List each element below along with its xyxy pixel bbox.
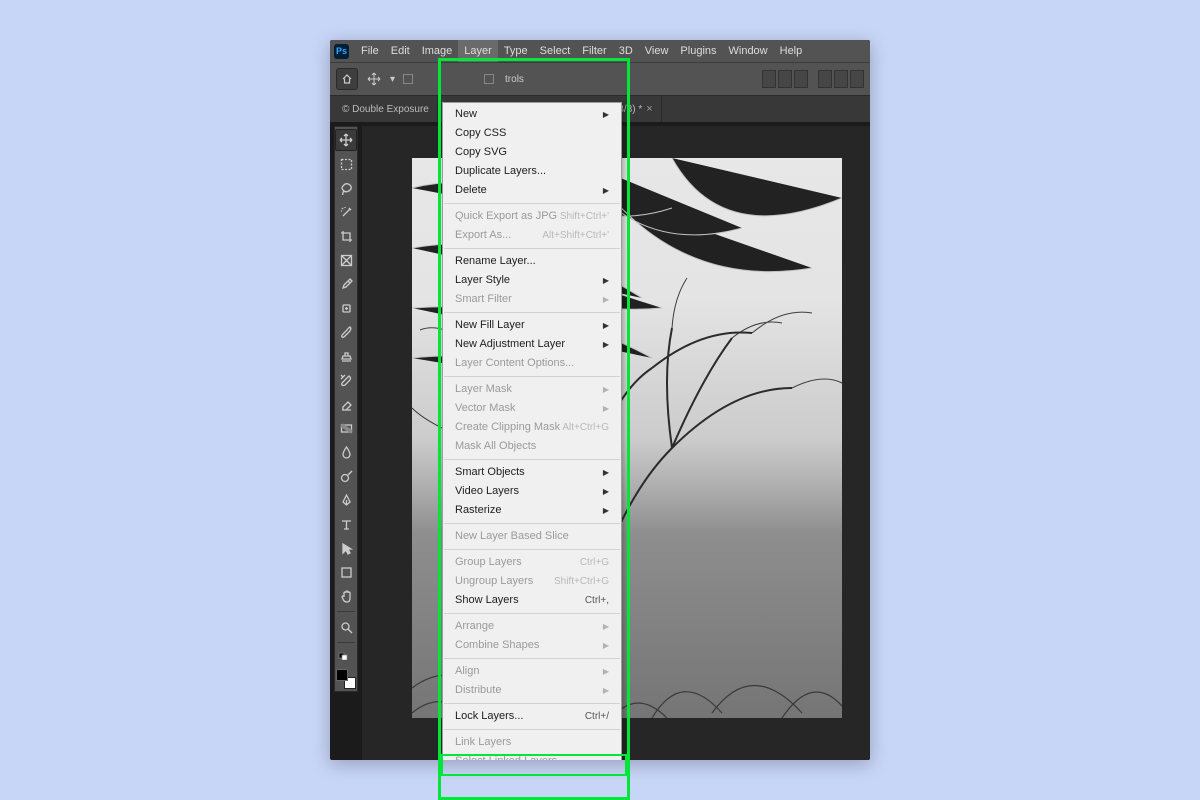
- menu-bar: Ps FileEditImageLayerTypeSelectFilter3DV…: [330, 40, 870, 62]
- autoselect-checkbox[interactable]: [403, 74, 413, 84]
- healing-brush-tool[interactable]: [335, 297, 357, 319]
- gradient-tool[interactable]: [335, 417, 357, 439]
- dodge-tool[interactable]: [335, 465, 357, 487]
- menuitem-duplicate-layers[interactable]: Duplicate Layers...: [443, 162, 621, 181]
- align-buttons: [762, 70, 864, 88]
- shape-tool[interactable]: [335, 561, 357, 583]
- options-bar: ▾ Auto-Select: trols: [330, 62, 870, 96]
- menu-items: FileEditImageLayerTypeSelectFilter3DView…: [355, 40, 808, 62]
- menu-select[interactable]: Select: [534, 40, 577, 62]
- swap-colors-icon[interactable]: [338, 647, 354, 665]
- menu-window[interactable]: Window: [723, 40, 774, 62]
- menuitem-group-layers: Group LayersCtrl+G: [443, 553, 621, 572]
- menu-filter[interactable]: Filter: [576, 40, 612, 62]
- layer-menu-dropdown: New▶Copy CSSCopy SVGDuplicate Layers...D…: [442, 102, 622, 760]
- menuitem-combine-shapes: Combine Shapes▶: [443, 636, 621, 655]
- move-tool[interactable]: [335, 129, 357, 151]
- menuitem-create-clipping-mask: Create Clipping MaskAlt+Ctrl+G: [443, 418, 621, 437]
- lasso-tool[interactable]: [335, 177, 357, 199]
- menuitem-mask-all-objects: Mask All Objects: [443, 437, 621, 456]
- menuitem-ungroup-layers: Ungroup LayersShift+Ctrl+G: [443, 572, 621, 591]
- home-button[interactable]: [336, 68, 358, 90]
- menuitem-link-layers: Link Layers: [443, 733, 621, 752]
- clone-stamp-tool[interactable]: [335, 345, 357, 367]
- marquee-tool[interactable]: [335, 153, 357, 175]
- eyedropper-tool[interactable]: [335, 273, 357, 295]
- menu-view[interactable]: View: [639, 40, 675, 62]
- menuitem-rasterize[interactable]: Rasterize▶: [443, 501, 621, 520]
- path-select-tool[interactable]: [335, 537, 357, 559]
- menuitem-lock-layers[interactable]: Lock Layers...Ctrl+/: [443, 707, 621, 726]
- menuitem-smart-objects[interactable]: Smart Objects▶: [443, 463, 621, 482]
- app-badge: Ps: [334, 44, 349, 59]
- frame-tool[interactable]: [335, 249, 357, 271]
- eraser-tool[interactable]: [335, 393, 357, 415]
- menuitem-copy-svg[interactable]: Copy SVG: [443, 143, 621, 162]
- show-transform-label: trols: [505, 74, 524, 85]
- blur-tool[interactable]: [335, 441, 357, 463]
- menuitem-export-as: Export As...Alt+Shift+Ctrl+': [443, 226, 621, 245]
- align-btn[interactable]: [794, 70, 808, 88]
- menuitem-new-adjustment-layer[interactable]: New Adjustment Layer▶: [443, 335, 621, 354]
- close-tab-icon[interactable]: ×: [646, 103, 652, 115]
- menuitem-arrange: Arrange▶: [443, 617, 621, 636]
- menu-help[interactable]: Help: [774, 40, 809, 62]
- hand-tool[interactable]: [335, 585, 357, 607]
- menuitem-new-fill-layer[interactable]: New Fill Layer▶: [443, 316, 621, 335]
- zoom-tool[interactable]: [335, 616, 357, 638]
- magic-wand-tool[interactable]: [335, 201, 357, 223]
- menuitem-align: Align▶: [443, 662, 621, 681]
- menu-layer[interactable]: Layer: [458, 40, 498, 62]
- menu-3d[interactable]: 3D: [613, 40, 639, 62]
- align-btn[interactable]: [834, 70, 848, 88]
- menuitem-rename-layer[interactable]: Rename Layer...: [443, 252, 621, 271]
- menu-file[interactable]: File: [355, 40, 385, 62]
- menuitem-new-layer-based-slice: New Layer Based Slice: [443, 527, 621, 546]
- type-tool[interactable]: [335, 513, 357, 535]
- tools-panel: [334, 126, 358, 692]
- menuitem-new[interactable]: New▶: [443, 105, 621, 124]
- menuitem-vector-mask: Vector Mask▶: [443, 399, 621, 418]
- align-btn[interactable]: [818, 70, 832, 88]
- menuitem-layer-mask: Layer Mask▶: [443, 380, 621, 399]
- menu-edit[interactable]: Edit: [385, 40, 416, 62]
- move-tool-icon: [366, 71, 382, 87]
- menu-type[interactable]: Type: [498, 40, 534, 62]
- menuitem-video-layers[interactable]: Video Layers▶: [443, 482, 621, 501]
- app-window: Ps FileEditImageLayerTypeSelectFilter3DV…: [330, 40, 870, 760]
- align-btn[interactable]: [850, 70, 864, 88]
- menuitem-distribute: Distribute▶: [443, 681, 621, 700]
- crop-tool[interactable]: [335, 225, 357, 247]
- menuitem-layer-style[interactable]: Layer Style▶: [443, 271, 621, 290]
- menuitem-delete[interactable]: Delete▶: [443, 181, 621, 200]
- align-btn[interactable]: [778, 70, 792, 88]
- menu-image[interactable]: Image: [416, 40, 459, 62]
- menuitem-select-linked-layers: Select Linked Layers: [443, 752, 621, 760]
- brush-tool[interactable]: [335, 321, 357, 343]
- menuitem-smart-filter: Smart Filter▶: [443, 290, 621, 309]
- menu-plugins[interactable]: Plugins: [674, 40, 722, 62]
- document-tab[interactable]: © Double Exposure: [334, 96, 438, 122]
- pen-tool[interactable]: [335, 489, 357, 511]
- menuitem-copy-css[interactable]: Copy CSS: [443, 124, 621, 143]
- history-brush-tool[interactable]: [335, 369, 357, 391]
- color-swatches[interactable]: [336, 669, 356, 689]
- show-transform-checkbox[interactable]: [484, 74, 494, 84]
- align-btn[interactable]: [762, 70, 776, 88]
- menuitem-layer-content-options: Layer Content Options...: [443, 354, 621, 373]
- menuitem-quick-export-as-jpg: Quick Export as JPGShift+Ctrl+': [443, 207, 621, 226]
- menuitem-show-layers[interactable]: Show LayersCtrl+,: [443, 591, 621, 610]
